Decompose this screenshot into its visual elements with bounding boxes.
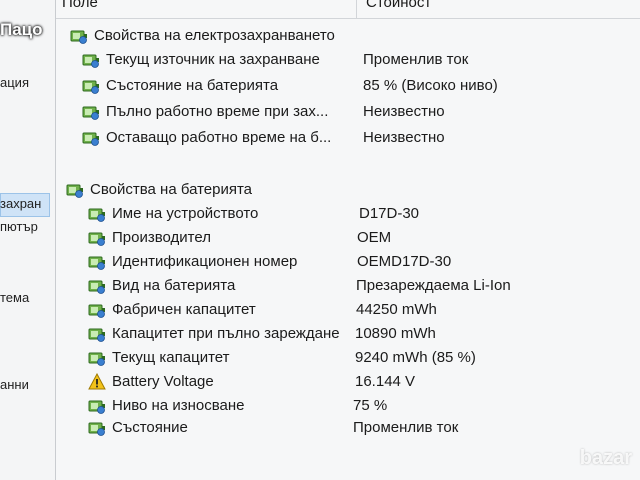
property-label: Състояние	[112, 419, 188, 436]
column-header-field[interactable]: Поле	[62, 0, 98, 11]
property-value: OEMD17D-30	[357, 253, 452, 270]
column-header-value[interactable]: Стойност	[366, 0, 431, 11]
watermark-text: Пацо	[0, 20, 43, 39]
property-value: 75 %	[353, 397, 388, 414]
battery-icon	[70, 27, 88, 45]
nav-item-fragment[interactable]: анни	[0, 377, 29, 392]
battery-icon	[66, 181, 84, 199]
battery-icon	[82, 103, 100, 121]
navigation-pane: ация захран пютър тема анни	[0, 0, 56, 480]
property-value: 10890 mWh	[355, 325, 436, 342]
property-value: Променлив ток	[363, 51, 469, 68]
property-value: 44250 mWh	[356, 301, 437, 318]
property-label: Капацитет при пълно зареждане	[112, 325, 340, 342]
battery-icon	[82, 129, 100, 147]
group-title: Свойства на батерията	[90, 181, 253, 198]
properties-list: Поле Стойност Свойства на електрозахранв…	[56, 0, 640, 480]
property-value: Неизвестно	[363, 103, 445, 120]
property-label: Пълно работно време при зах...	[106, 103, 329, 120]
battery-icon	[88, 229, 106, 247]
property-label: Текущ източник на захранване	[106, 51, 320, 68]
property-label: Оставащо работно време на б...	[106, 129, 332, 146]
property-label: Вид на батерията	[112, 277, 236, 294]
property-label: Име на устройството	[112, 205, 259, 222]
battery-icon	[88, 397, 106, 415]
property-value: Презареждаема Li-Ion	[356, 277, 511, 294]
column-divider[interactable]	[356, 0, 357, 18]
nav-item-fragment[interactable]: тема	[0, 290, 29, 305]
group-title: Свойства на електрозахранването	[94, 27, 335, 44]
list-header: Поле Стойност	[56, 0, 640, 19]
nav-item-fragment[interactable]: пютър	[0, 219, 38, 234]
property-label: Ниво на износване	[112, 397, 245, 414]
battery-icon	[82, 77, 100, 95]
property-value: 85 % (Високо ниво)	[363, 77, 498, 94]
battery-icon	[88, 325, 106, 343]
battery-icon	[88, 277, 106, 295]
nav-item-fragment[interactable]: захран	[0, 196, 41, 211]
property-value: 16.144 V	[355, 373, 416, 390]
property-value: D17D-30	[359, 205, 420, 222]
property-label: Състояние на батерията	[106, 77, 279, 94]
battery-icon	[88, 253, 106, 271]
battery-icon	[88, 349, 106, 367]
property-label: Идентификационен номер	[112, 253, 298, 270]
battery-icon	[88, 419, 106, 437]
property-value: OEM	[357, 229, 392, 246]
battery-icon	[88, 205, 106, 223]
property-label: Фабричен капацитет	[112, 301, 256, 318]
battery-icon	[88, 301, 106, 319]
property-value: Неизвестно	[363, 129, 445, 146]
property-value: Променлив ток	[353, 419, 459, 436]
bazar-logo: bazar	[579, 447, 632, 469]
property-label: Battery Voltage	[112, 373, 214, 390]
property-label: Текущ капацитет	[112, 349, 230, 366]
battery-icon	[82, 51, 100, 69]
property-value: 9240 mWh (85 %)	[355, 349, 476, 366]
property-label: Производител	[112, 229, 211, 246]
nav-item-fragment[interactable]: ация	[0, 75, 29, 90]
warning-icon	[88, 372, 106, 391]
